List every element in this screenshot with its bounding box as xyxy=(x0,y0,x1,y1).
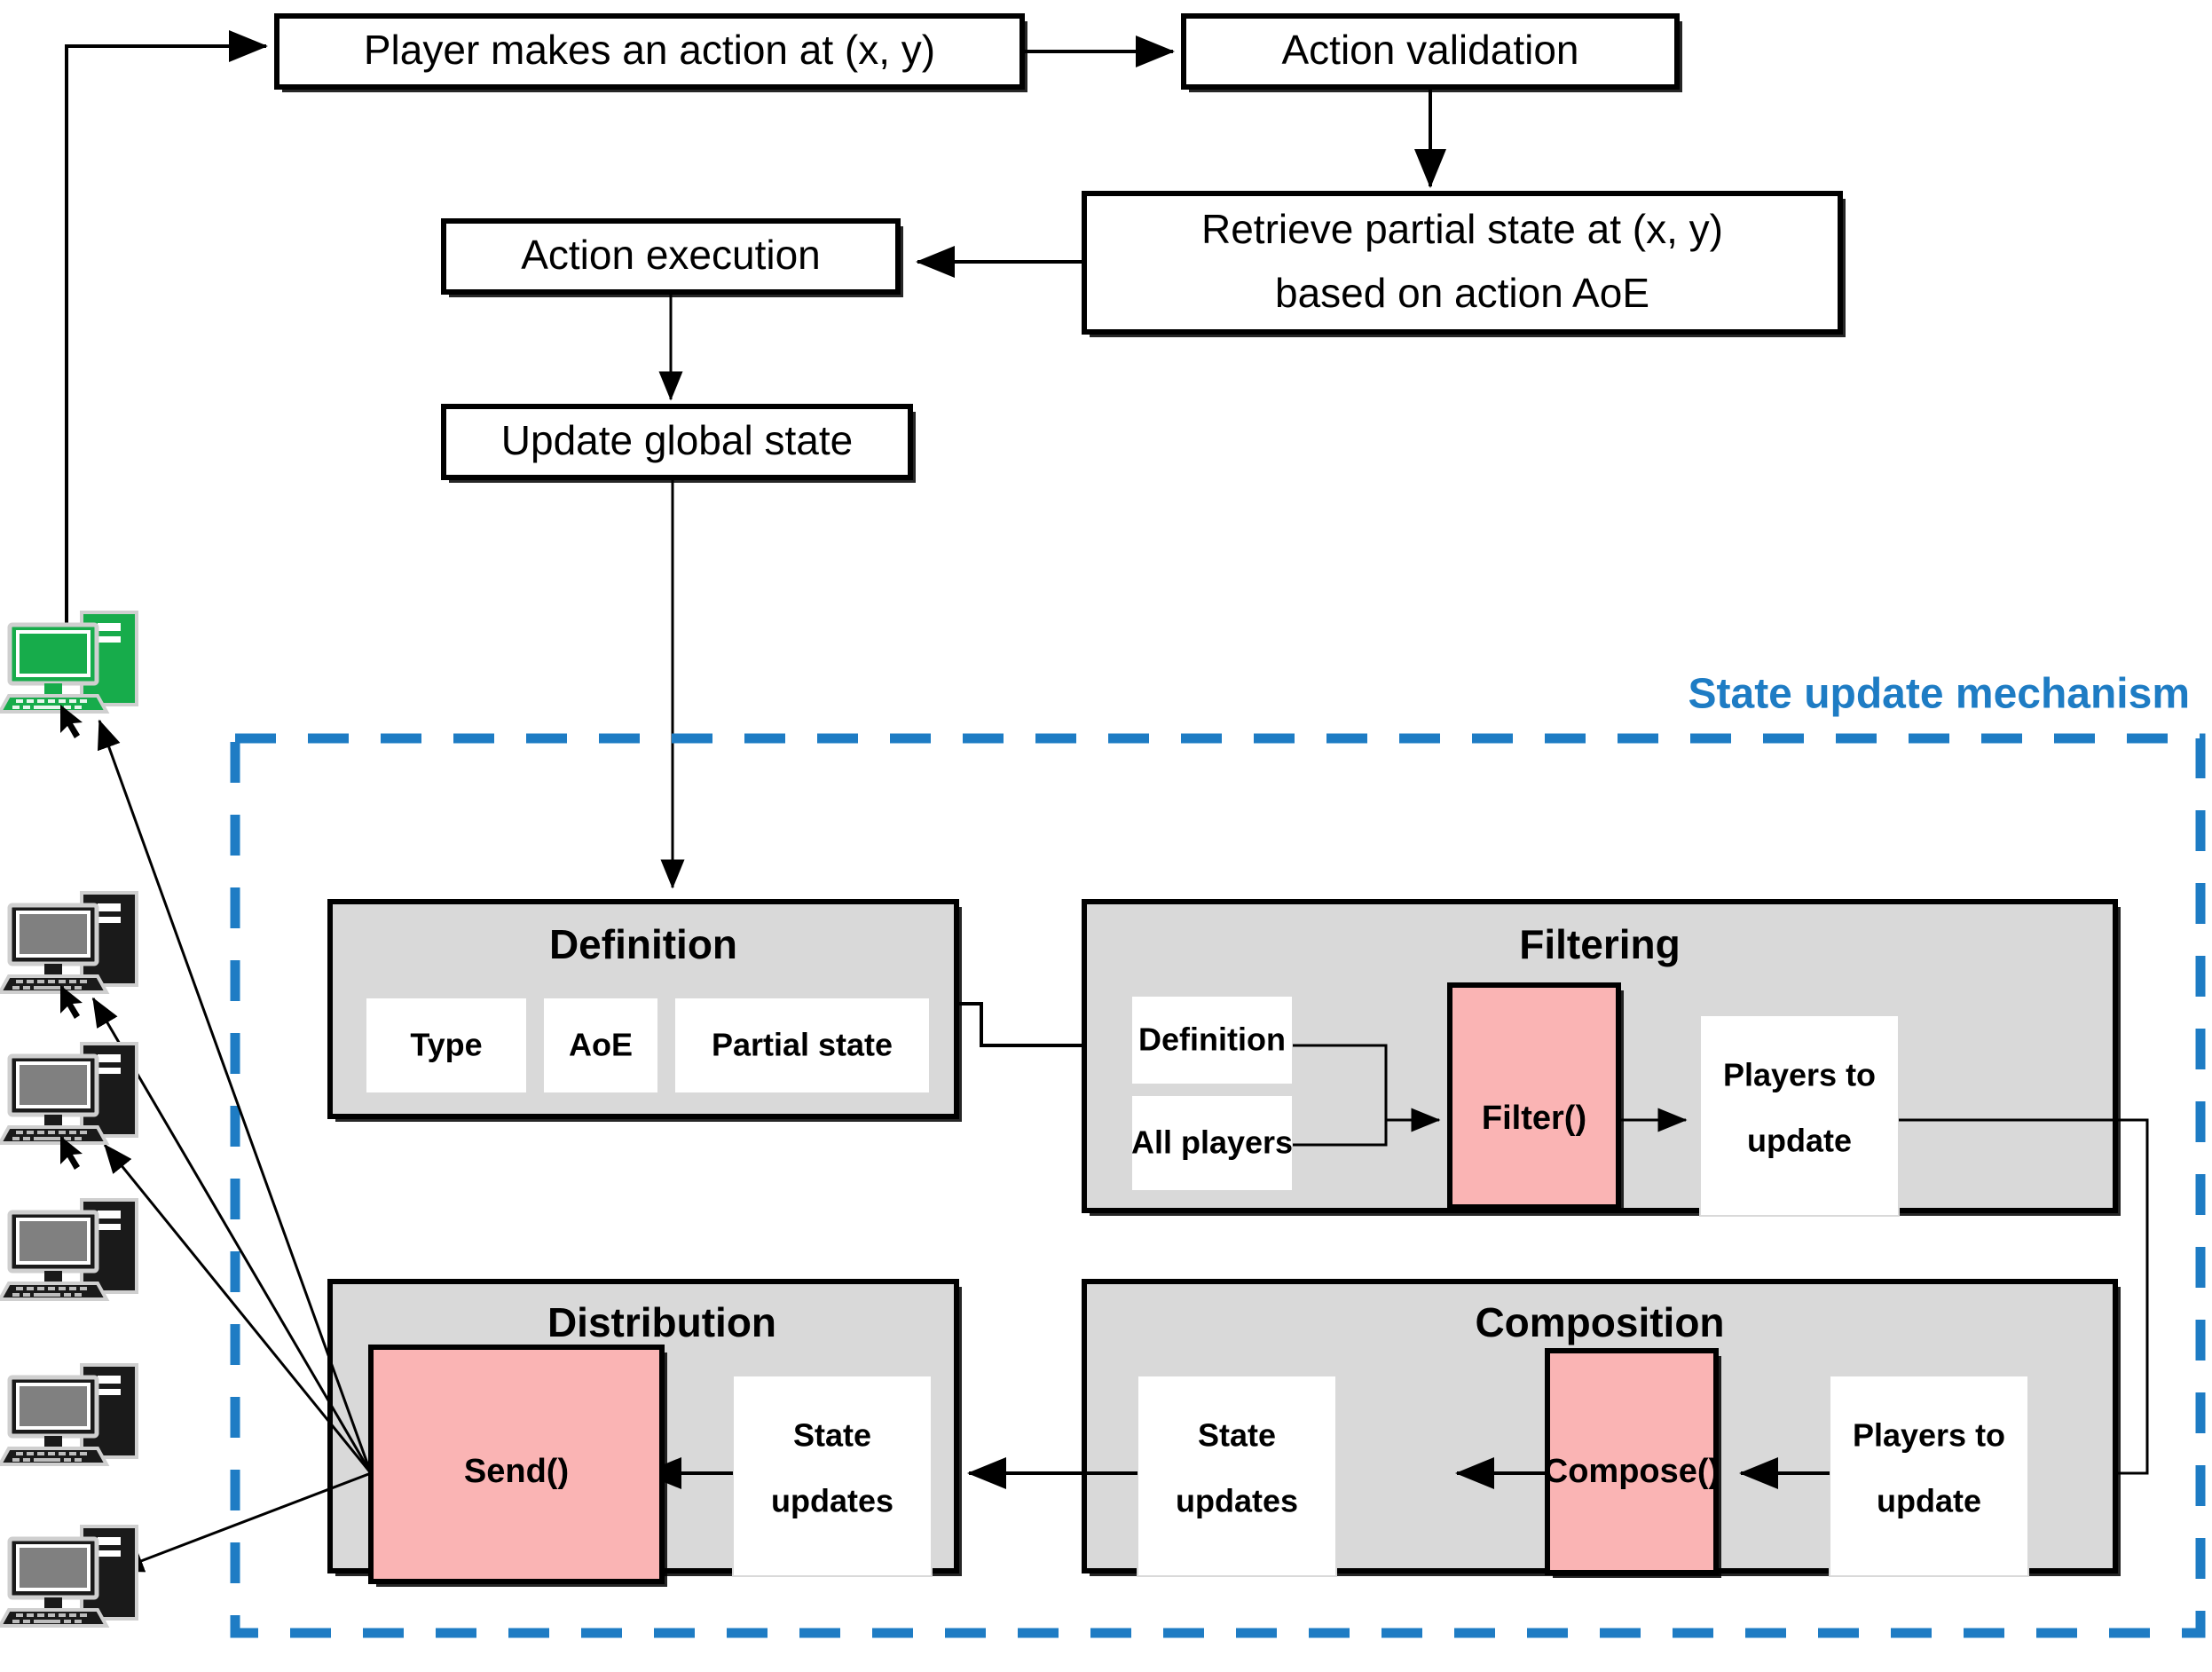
chip-filtering-definition-label: Definition xyxy=(1138,1021,1286,1058)
chip-definition-type-label: Type xyxy=(410,1027,482,1063)
chip-filtering-all-players[interactable]: All players xyxy=(1130,1094,1294,1192)
function-compose-label: Compose() xyxy=(1544,1453,1720,1490)
chip-definition-aoe-label: AoE xyxy=(569,1027,633,1063)
chip-definition-aoe[interactable]: AoE xyxy=(542,997,659,1094)
client-2-computer-icon[interactable] xyxy=(0,1042,138,1170)
client-active-computer-icon[interactable] xyxy=(0,611,138,738)
chip-definition-type[interactable]: Type xyxy=(365,997,528,1094)
flow-node-retrieve-partial-state-label-line2: based on action AoE xyxy=(1275,270,1649,316)
flow-node-player-action[interactable]: Player makes an action at (x, y) xyxy=(274,13,1027,92)
chip-filtering-players-to-update[interactable]: Players to update xyxy=(1699,1014,1900,1217)
group-composition-title: Composition xyxy=(1475,1299,1724,1345)
chip-distribution-state-updates-line1: State xyxy=(793,1417,871,1454)
client-4-computer-icon[interactable] xyxy=(0,1363,138,1466)
flow-node-action-validation-label: Action validation xyxy=(1282,27,1579,73)
client-1-computer-icon[interactable] xyxy=(0,891,138,1019)
group-definition-title: Definition xyxy=(549,921,737,967)
chip-composition-players-to-update-line2: update xyxy=(1877,1483,1981,1519)
chip-composition-players-to-update-line1: Players to xyxy=(1853,1417,2005,1454)
group-filtering[interactable]: Filtering Definition All players Filter(… xyxy=(1082,899,2121,1217)
flow-node-update-global-state[interactable]: Update global state xyxy=(441,404,916,483)
state-update-mechanism-label: State update mechanism xyxy=(1689,671,2191,718)
chip-filtering-all-players-label: All players xyxy=(1131,1124,1293,1161)
client-5-computer-icon[interactable] xyxy=(0,1525,138,1628)
chip-distribution-state-updates-line2: updates xyxy=(771,1483,893,1519)
flow-node-action-validation[interactable]: Action validation xyxy=(1181,13,1682,92)
group-filtering-title: Filtering xyxy=(1519,921,1680,967)
function-filter-label: Filter() xyxy=(1482,1100,1586,1137)
chip-composition-players-to-update[interactable]: Players to update xyxy=(1829,1375,2029,1577)
chip-filtering-definition[interactable]: Definition xyxy=(1130,995,1294,1085)
chip-composition-state-updates-line1: State xyxy=(1198,1417,1276,1454)
chip-distribution-state-updates[interactable]: State updates xyxy=(732,1375,933,1577)
state-update-mechanism-diagram: Player makes an action at (x, y) Action … xyxy=(0,13,2206,1638)
function-filter[interactable]: Filter() xyxy=(1447,982,1624,1212)
chip-filtering-players-to-update-line2: update xyxy=(1747,1123,1852,1159)
group-composition[interactable]: Composition Players to update Compose() … xyxy=(1082,1279,2121,1578)
chip-composition-state-updates-line2: updates xyxy=(1176,1483,1298,1519)
flow-node-update-global-state-label: Update global state xyxy=(501,417,853,463)
feedback-loop-connector xyxy=(65,30,268,670)
function-send[interactable]: Send() xyxy=(368,1345,667,1587)
group-definition[interactable]: Definition Type AoE Partial state xyxy=(327,899,962,1122)
flow-node-player-action-label: Player makes an action at (x, y) xyxy=(364,27,935,73)
flow-node-action-execution[interactable]: Action execution xyxy=(441,218,903,297)
group-distribution-title: Distribution xyxy=(547,1299,776,1345)
chip-definition-partial-state[interactable]: Partial state xyxy=(673,997,931,1094)
client-3-computer-icon[interactable] xyxy=(0,1198,138,1301)
function-send-label: Send() xyxy=(464,1453,569,1490)
group-distribution[interactable]: Distribution State updates Send() xyxy=(327,1279,962,1587)
function-compose[interactable]: Compose() xyxy=(1544,1348,1721,1578)
chip-definition-partial-state-label: Partial state xyxy=(712,1027,893,1063)
flow-node-action-execution-label: Action execution xyxy=(521,232,821,278)
chip-composition-state-updates[interactable]: State updates xyxy=(1137,1375,1337,1577)
flow-node-retrieve-partial-state[interactable]: Retrieve partial state at (x, y) based o… xyxy=(1082,191,1846,337)
flow-node-retrieve-partial-state-label-line1: Retrieve partial state at (x, y) xyxy=(1201,206,1723,252)
chip-filtering-players-to-update-line1: Players to xyxy=(1723,1057,1876,1093)
